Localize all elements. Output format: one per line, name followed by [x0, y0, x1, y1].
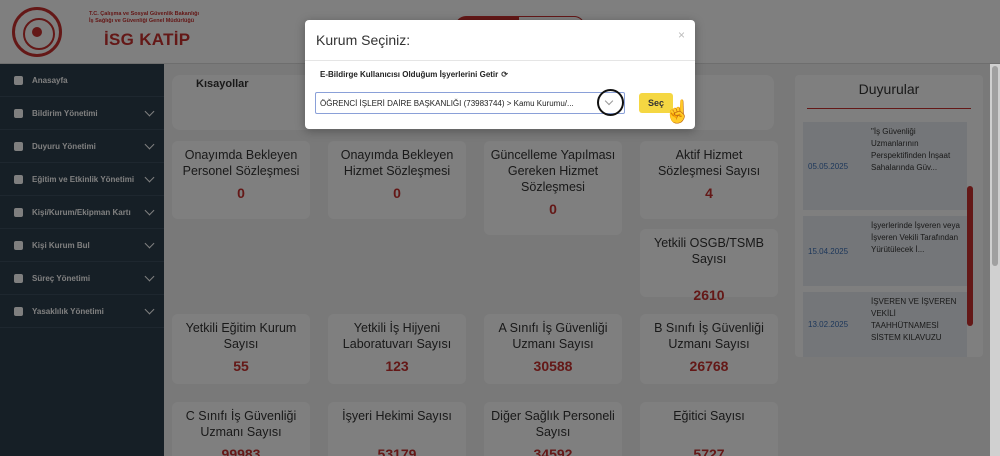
page-scrollbar[interactable]: [990, 64, 1000, 456]
ebildirge-fetch-text: E-Bildirge Kullanıcısı Olduğum İşyerleri…: [320, 70, 499, 79]
institution-select-modal: Kurum Seçiniz: × E-Bildirge Kullanıcısı …: [305, 20, 695, 129]
modal-title: Kurum Seçiniz:: [316, 32, 411, 48]
refresh-icon[interactable]: ⟳: [501, 70, 508, 79]
ebildirge-fetch-label[interactable]: E-Bildirge Kullanıcısı Olduğum İşyerleri…: [320, 70, 508, 79]
close-icon[interactable]: ×: [678, 28, 685, 42]
institution-select[interactable]: ÖĞRENCİ İŞLERİ DAİRE BAŞKANLIĞI (7398374…: [315, 92, 625, 114]
page-scrollbar-thumb[interactable]: [992, 66, 998, 266]
pointer-hand-icon: ☝: [664, 99, 692, 124]
modal-divider: [305, 60, 695, 61]
